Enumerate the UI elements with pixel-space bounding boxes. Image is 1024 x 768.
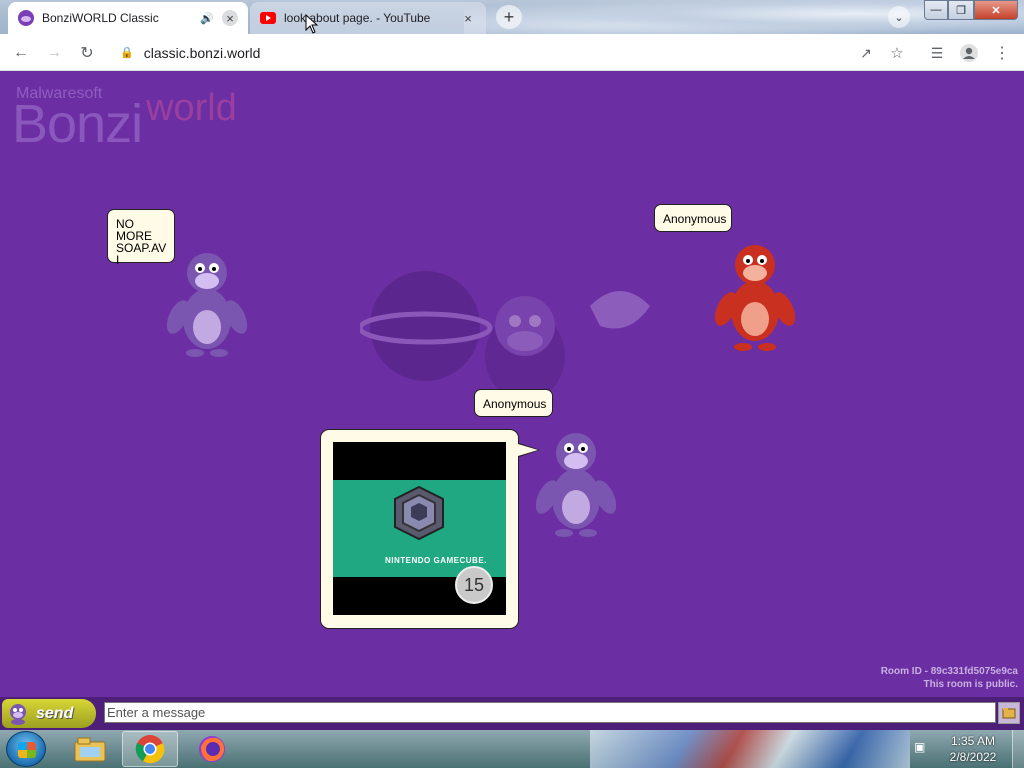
- bookmark-star-icon[interactable]: ☆: [886, 42, 908, 64]
- room-info: Room ID - 89c331fd5075e9ca This room is …: [881, 665, 1018, 691]
- maximize-button[interactable]: ❐: [948, 0, 974, 20]
- chrome-taskbar-icon[interactable]: [122, 731, 178, 767]
- show-desktop-button[interactable]: [1012, 730, 1024, 768]
- share-icon[interactable]: ↗: [855, 42, 877, 64]
- address-bar[interactable]: 🔒 classic.bonzi.world: [108, 38, 908, 67]
- bonzi-avatar-purple[interactable]: [165, 247, 249, 363]
- tab-strip: BonziWORLD Classic 🔊 × look about page. …: [0, 0, 1024, 34]
- mouse-cursor-icon: [305, 14, 319, 34]
- user-name: Anonymous: [663, 212, 727, 226]
- browser-toolbar: ← → ↻ 🔒 classic.bonzi.world ↗ ☆ ☰ ⋮: [0, 34, 1024, 71]
- forward-icon[interactable]: →: [43, 42, 65, 64]
- video-frame: NINTENDO GAMECUBE. 15: [333, 480, 506, 604]
- kebab-menu-icon[interactable]: ⋮: [991, 42, 1013, 64]
- address-url: classic.bonzi.world: [143, 44, 261, 61]
- bonzi-favicon-icon: [18, 10, 34, 26]
- minimize-button[interactable]: —: [924, 0, 948, 20]
- speaker-icon[interactable]: 🔊: [200, 12, 214, 25]
- message-input[interactable]: [104, 702, 996, 723]
- reload-icon[interactable]: ↻: [76, 42, 98, 64]
- new-tab-button[interactable]: +: [496, 5, 522, 29]
- tab-close-icon[interactable]: ×: [460, 10, 476, 26]
- start-button[interactable]: [6, 731, 46, 767]
- close-window-button[interactable]: ✕: [974, 0, 1018, 20]
- screen: BonziWORLD Classic 🔊 × look about page. …: [0, 0, 1024, 768]
- bonzi-room: Malwaresoft Bonzi world NO MORE SOAP.AVI: [0, 71, 1024, 697]
- media-control-icon[interactable]: ☰: [926, 42, 948, 64]
- system-clock[interactable]: 1:35 AM 2/8/2022: [940, 733, 1006, 765]
- tab-close-icon[interactable]: ×: [222, 10, 238, 26]
- youtube-video-player[interactable]: NINTENDO GAMECUBE. 15: [333, 442, 506, 615]
- room-status: This room is public.: [923, 679, 1018, 690]
- tab-bonziworld[interactable]: BonziWORLD Classic 🔊 ×: [8, 2, 248, 34]
- network-icon[interactable]: ▣: [914, 740, 932, 756]
- bonzi-avatar-red[interactable]: [712, 241, 798, 357]
- gamecube-logo-text: NINTENDO GAMECUBE.: [385, 556, 487, 565]
- tab-title: BonziWORLD Classic: [42, 11, 159, 25]
- bonzi-head-icon: [10, 703, 26, 725]
- user-name-bubble: Anonymous: [474, 389, 553, 417]
- video-countdown: 15: [455, 566, 493, 604]
- user-name: NO MORE SOAP.AVI: [116, 217, 167, 267]
- lock-icon[interactable]: 🔒: [120, 46, 134, 59]
- tab-youtube[interactable]: look about page. - YouTube ×: [250, 2, 486, 34]
- user-name-bubble: Anonymous: [654, 204, 732, 232]
- windows-taskbar: ▣ 1:35 AM 2/8/2022: [0, 730, 1024, 768]
- send-label: send: [36, 704, 74, 722]
- youtube-favicon-icon: [260, 12, 276, 24]
- chat-bar: send: [0, 697, 1024, 730]
- firefox-taskbar-icon[interactable]: [184, 731, 240, 767]
- tab-search-button[interactable]: ⌄: [888, 6, 910, 28]
- bonzi-avatar-purple[interactable]: [534, 427, 618, 543]
- chat-log-icon[interactable]: [998, 702, 1020, 724]
- video-speech-bubble: NINTENDO GAMECUBE. 15: [320, 429, 540, 629]
- send-button[interactable]: send: [2, 699, 96, 728]
- user-name: Anonymous: [483, 397, 547, 411]
- room-id: Room ID - 89c331fd5075e9ca: [880, 666, 1018, 677]
- gamecube-logo-icon: [394, 485, 444, 541]
- clock-date: 2/8/2022: [949, 750, 997, 764]
- explorer-taskbar-icon[interactable]: [62, 731, 118, 767]
- desktop-wallpaper-peek: [590, 730, 910, 768]
- back-icon[interactable]: ←: [10, 42, 32, 64]
- clock-time: 1:35 AM: [950, 734, 996, 748]
- logo-main-text: Bonzi: [12, 94, 143, 154]
- logo-suffix-text: world: [146, 87, 237, 129]
- profile-avatar-icon[interactable]: [958, 42, 980, 64]
